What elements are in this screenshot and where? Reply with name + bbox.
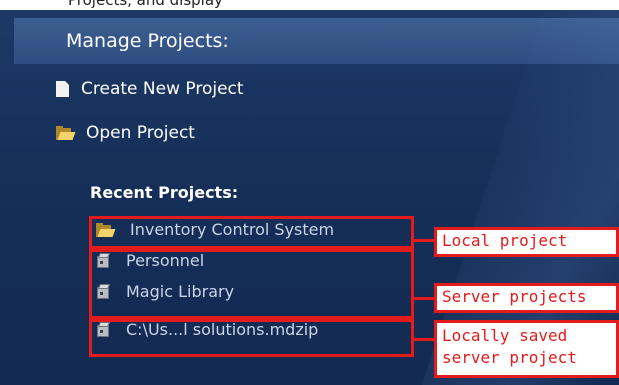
create-new-project-label: Create New Project bbox=[81, 79, 244, 99]
saved-server-project-highlight bbox=[89, 319, 414, 357]
folder-open-icon bbox=[56, 126, 76, 140]
recent-projects-heading: Recent Projects: bbox=[90, 183, 239, 202]
open-project-label: Open Project bbox=[86, 123, 195, 143]
callout-text-line1: Locally saved bbox=[442, 326, 568, 345]
panel-title: Manage Projects: bbox=[66, 30, 229, 52]
callout-text-line2: server project bbox=[442, 348, 577, 367]
document-icon bbox=[56, 81, 69, 97]
callout-connector bbox=[414, 338, 434, 341]
local-project-highlight bbox=[89, 216, 414, 249]
server-projects-highlight bbox=[89, 249, 414, 319]
callout-text: Server projects bbox=[442, 287, 587, 306]
callout-connector bbox=[414, 239, 434, 242]
top-strip-text: Projects, and display bbox=[68, 0, 223, 9]
local-project-callout: Local project bbox=[434, 227, 619, 257]
top-strip: Projects, and display bbox=[0, 0, 619, 10]
open-project-link[interactable]: Open Project bbox=[56, 123, 195, 143]
create-new-project-link[interactable]: Create New Project bbox=[56, 79, 244, 99]
panel-header: Manage Projects: bbox=[14, 18, 619, 64]
server-projects-callout: Server projects bbox=[434, 283, 619, 313]
callout-connector bbox=[414, 297, 434, 300]
callout-text: Local project bbox=[442, 231, 568, 250]
saved-server-project-callout: Locally saved server project bbox=[434, 320, 619, 378]
